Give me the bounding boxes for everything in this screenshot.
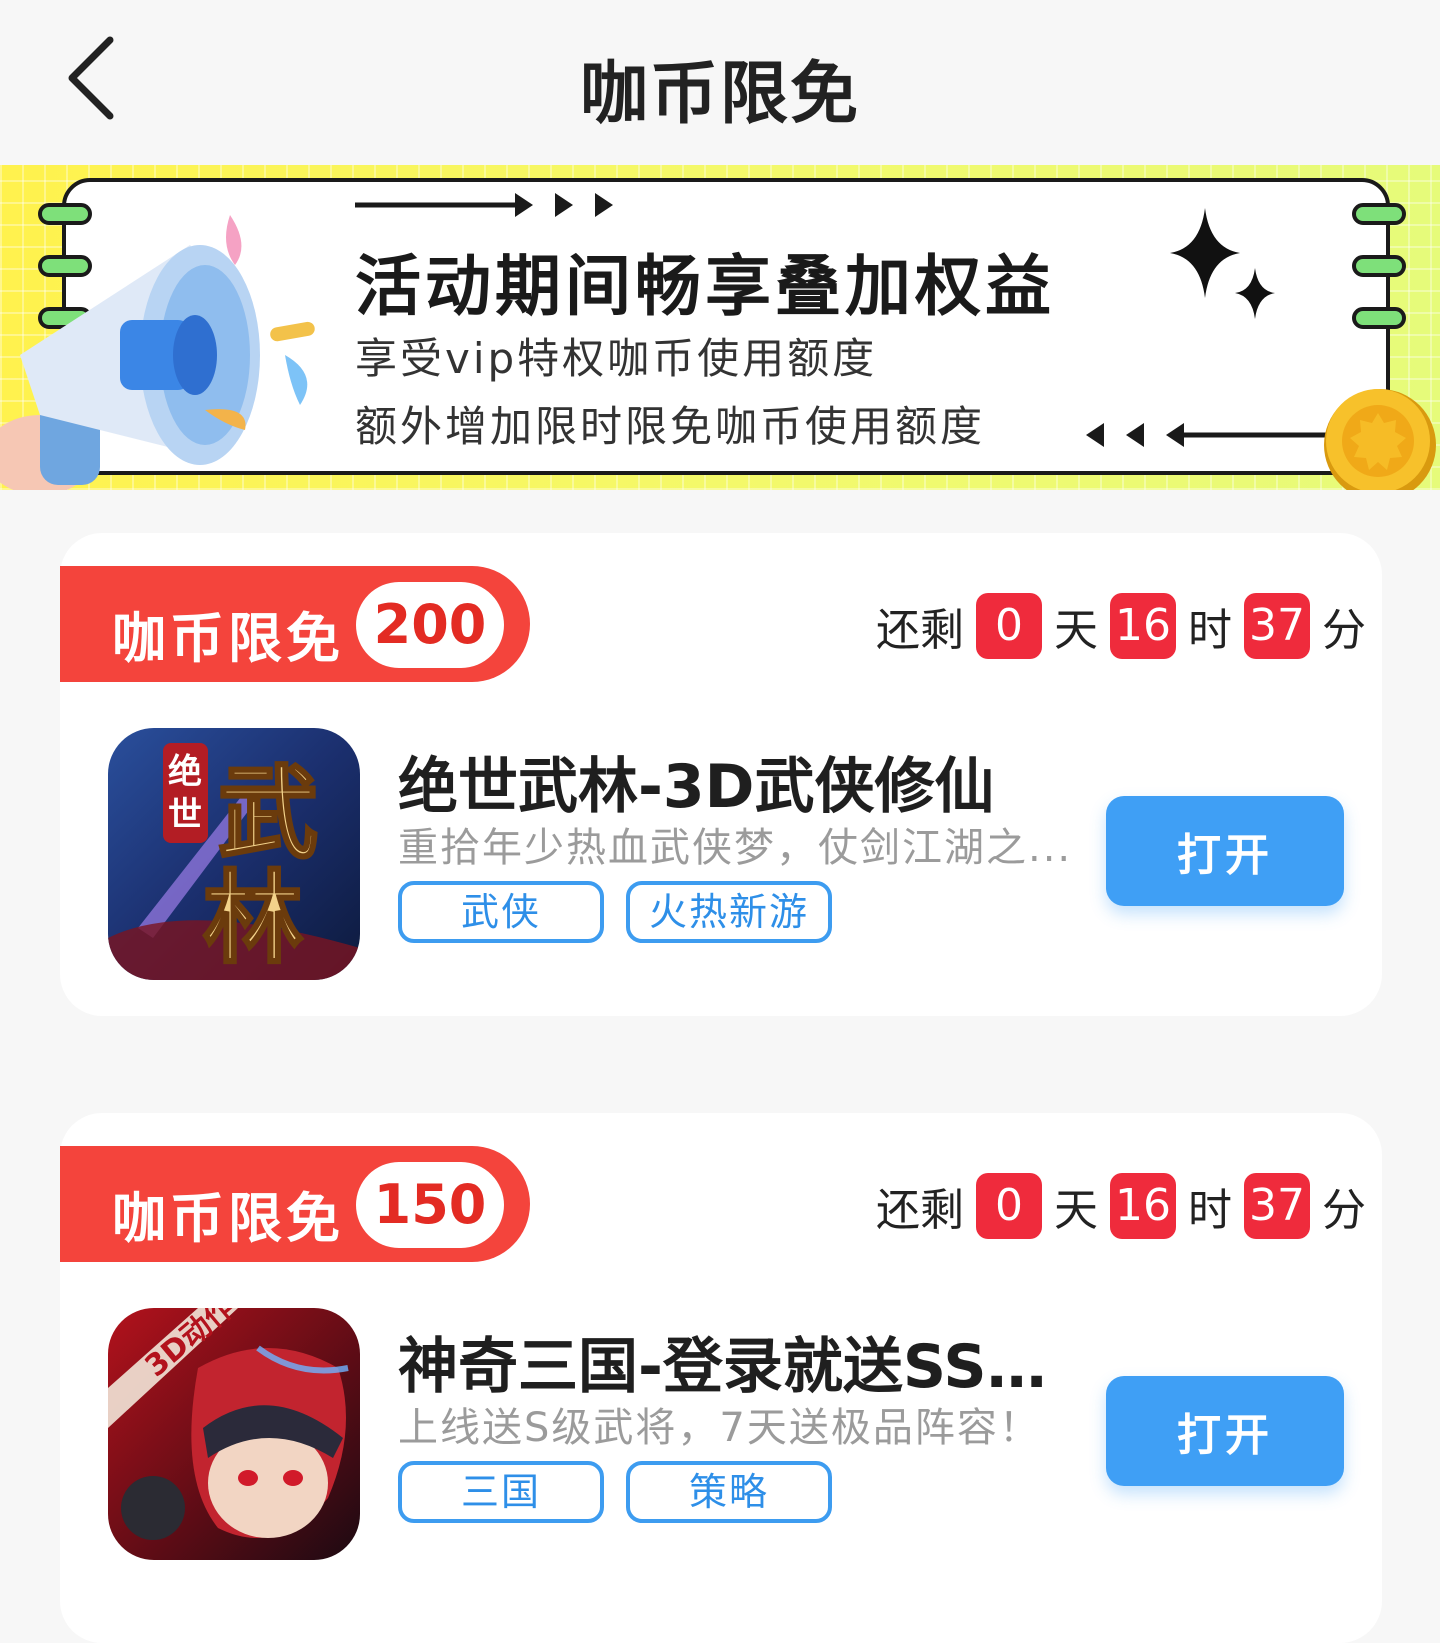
game-title[interactable]: 神奇三国-登录就送SS神...: [398, 1318, 1078, 1405]
banner-headline: 活动期间畅享叠加权益: [355, 248, 1055, 325]
countdown-hours: 16: [1110, 1173, 1176, 1239]
genre-tag[interactable]: 武侠: [398, 881, 604, 943]
countdown-minutes: 37: [1244, 1173, 1310, 1239]
promo-banner[interactable]: 活动期间畅享叠加权益 享受vip特权咖币使用额度 额外增加限时限免咖币使用额度: [0, 165, 1440, 490]
genre-tag[interactable]: 火热新游: [626, 881, 832, 943]
countdown-days: 0: [976, 1173, 1042, 1239]
coin-amount: 200: [356, 582, 504, 668]
coin-free-label: 咖币限免: [112, 607, 344, 670]
top-bar: 咖币限免: [0, 0, 1440, 165]
icon-text: 绝: [168, 752, 202, 792]
countdown: 还剩 0 天 16 时 37 分: [876, 1173, 1366, 1239]
countdown-hours: 16: [1110, 593, 1176, 659]
game-description: 重拾年少热血武侠梦，仗剑江湖之...: [398, 825, 1073, 871]
countdown-hours-unit: 时: [1188, 1185, 1232, 1236]
open-button[interactable]: 打开: [1106, 1376, 1344, 1486]
countdown-minutes-unit: 分: [1322, 1185, 1366, 1236]
coin-amount: 150: [356, 1162, 504, 1248]
icon-text: 武: [218, 754, 318, 872]
game-icon[interactable]: 3D动作: [108, 1308, 360, 1560]
icon-text: 世: [168, 795, 202, 835]
page-title: 咖币限免: [579, 55, 860, 134]
countdown-minutes-unit: 分: [1322, 605, 1366, 656]
game-card-1[interactable]: 咖币限免 200 还剩 0 天 16 时 37 分 绝 世 武 林 绝世武林-3…: [60, 533, 1382, 1016]
banner-subtext-2: 额外增加限时限免咖币使用额度: [355, 402, 986, 451]
genre-tag[interactable]: 策略: [626, 1461, 832, 1523]
open-button[interactable]: 打开: [1106, 796, 1344, 906]
coin-free-label: 咖币限免: [112, 1187, 344, 1250]
sparkle-icon: [1170, 208, 1275, 319]
binder-ring-icon: [1352, 307, 1406, 329]
game-description: 上线送S级武将，7天送极品阵容！: [398, 1405, 1041, 1451]
arrow-right-icon: [355, 193, 613, 217]
banner-subtext-1: 享受vip特权咖币使用额度: [355, 334, 878, 383]
binder-ring-icon: [1352, 203, 1406, 225]
game-icon[interactable]: 绝 世 武 林: [108, 728, 360, 980]
game-card-2[interactable]: 咖币限免 150 还剩 0 天 16 时 37 分 3D动作 神奇三国-登录就送…: [60, 1113, 1382, 1643]
countdown-remaining-label: 还剩: [876, 1185, 964, 1236]
genre-tag[interactable]: 三国: [398, 1461, 604, 1523]
binder-ring-icon: [1352, 255, 1406, 277]
countdown-days-unit: 天: [1054, 1185, 1098, 1236]
countdown-days-unit: 天: [1054, 605, 1098, 656]
coin-icon: [1324, 389, 1436, 490]
countdown-days: 0: [976, 593, 1042, 659]
coin-free-tag: 咖币限免 150: [60, 1146, 530, 1262]
countdown-hours-unit: 时: [1188, 605, 1232, 656]
arrow-left-icon: [1086, 423, 1336, 447]
countdown: 还剩 0 天 16 时 37 分: [876, 593, 1366, 659]
icon-text: 林: [203, 859, 303, 977]
coin-free-tag: 咖币限免 200: [60, 566, 530, 682]
countdown-remaining-label: 还剩: [876, 605, 964, 656]
game-title[interactable]: 绝世武林-3D武侠修仙: [398, 738, 1078, 825]
megaphone-icon: [0, 215, 315, 490]
countdown-minutes: 37: [1244, 593, 1310, 659]
